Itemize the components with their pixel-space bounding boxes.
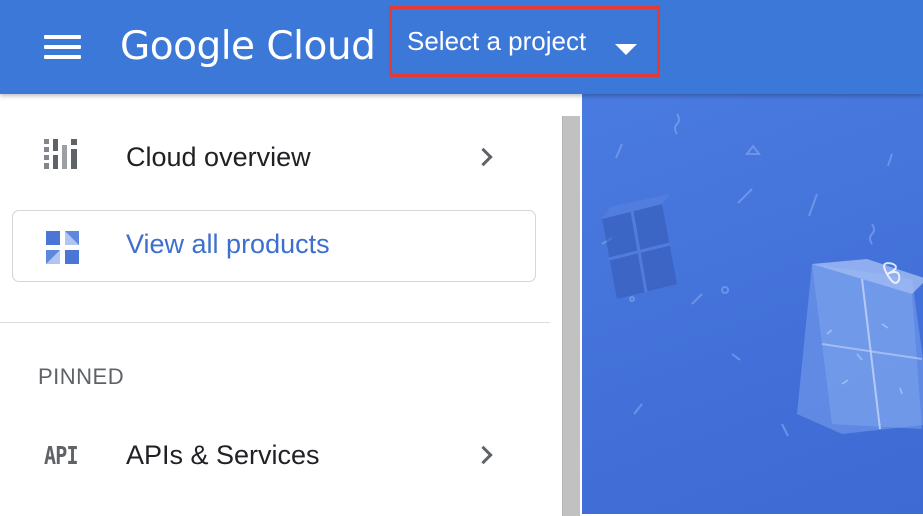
view-all-products-button[interactable]: View all products: [12, 210, 536, 282]
hamburger-menu-icon-bar: [43, 55, 81, 59]
navigation-menu: Cloud overview View all products PINNED …: [0, 94, 582, 516]
project-picker-button[interactable]: Select a project: [389, 6, 660, 77]
api-icon: API: [44, 440, 79, 470]
nav-item-label: APIs & Services: [126, 439, 320, 470]
pinned-section-heading: PINNED: [38, 364, 125, 389]
nav-divider: [0, 322, 550, 323]
chevron-right-icon: [474, 147, 493, 167]
caret-down-icon: [615, 44, 637, 55]
nav-item-apis-services[interactable]: API APIs & Services: [0, 424, 550, 486]
nav-scrollbar[interactable]: [562, 116, 580, 516]
chevron-right-icon: [474, 445, 493, 465]
gift-boxes-confetti-illustration: [601, 113, 923, 437]
nav-item-cloud-overview[interactable]: Cloud overview: [0, 126, 550, 188]
google-cloud-logo[interactable]: Google Cloud: [120, 22, 376, 72]
view-all-products-label: View all products: [126, 229, 330, 259]
nav-item-label: Cloud overview: [126, 141, 311, 172]
project-picker-label: Select a project: [407, 26, 587, 56]
hamburger-menu-icon: [43, 35, 81, 39]
grid-icon: [46, 231, 79, 264]
welcome-illustration: [582, 94, 923, 514]
hamburger-menu-icon-bar: [43, 45, 81, 49]
top-app-bar: Google Cloud Select a project: [0, 0, 923, 94]
dashboard-icon: [44, 138, 80, 176]
main-menu-button[interactable]: [34, 27, 90, 67]
